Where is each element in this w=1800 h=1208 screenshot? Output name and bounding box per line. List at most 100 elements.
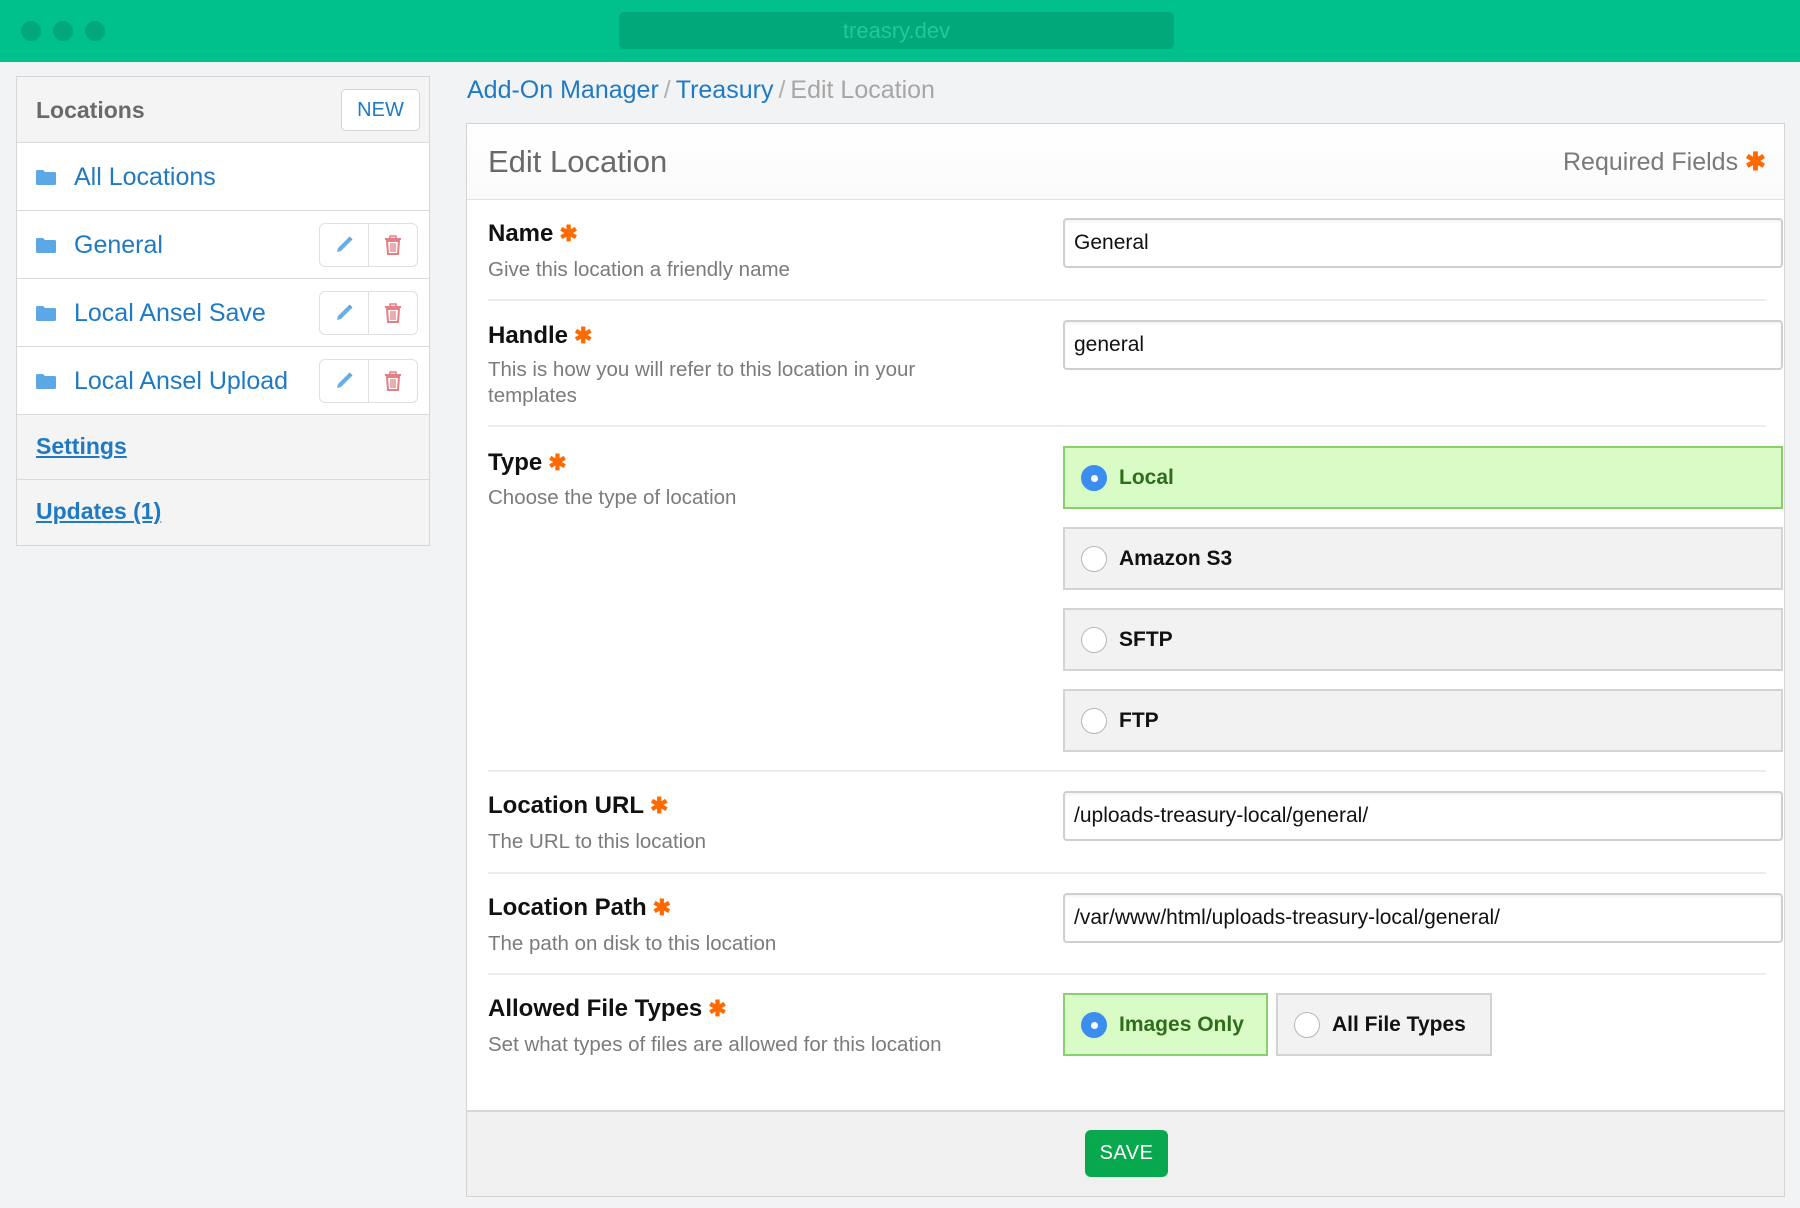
field-description: Set what types of files are allowed for … [488, 1033, 942, 1056]
sidebar-item-local-ansel-save[interactable]: Local Ansel Save [17, 279, 429, 347]
radio-unchecked-icon[interactable] [1081, 707, 1107, 734]
handle-input[interactable] [1063, 320, 1783, 370]
item-actions [319, 291, 418, 335]
radio-label: Amazon S3 [1119, 546, 1233, 570]
folder-icon [36, 306, 56, 321]
required-asterisk-icon: ✱ [652, 895, 672, 920]
field-label-text: Handle [488, 322, 569, 349]
field-description: Choose the type of location [488, 486, 737, 509]
radio-label: Local [1119, 465, 1174, 489]
window-minimize-button[interactable] [53, 21, 73, 41]
name-input[interactable] [1063, 218, 1783, 268]
edit-button[interactable] [320, 292, 368, 334]
required-asterisk-icon: ✱ [1745, 148, 1766, 176]
required-asterisk-icon: ✱ [574, 323, 593, 348]
required-asterisk-icon: ✱ [559, 221, 578, 246]
sidebar-item-label[interactable]: General [74, 231, 163, 260]
folder-icon [36, 374, 56, 389]
field-description: The URL to this location [488, 830, 707, 853]
radio-checked-icon[interactable] [1081, 1011, 1107, 1038]
field-label: Allowed File Types ✱ [488, 995, 727, 1023]
trash-icon [385, 235, 401, 255]
type-option-amazon-s3[interactable]: Amazon S3 [1063, 527, 1783, 590]
edit-button[interactable] [320, 360, 368, 402]
sidebar-item-general[interactable]: General [17, 211, 429, 279]
delete-button[interactable] [368, 224, 417, 266]
locations-sidebar: Locations NEW All Locations General Loca… [16, 76, 430, 546]
item-actions [319, 223, 418, 267]
folder-icon [36, 170, 56, 185]
required-fields-label: Required Fields [1563, 148, 1739, 176]
field-label: Name ✱ [488, 220, 578, 248]
radio-checked-icon[interactable] [1081, 464, 1107, 491]
field-label: Location Path ✱ [488, 894, 671, 922]
field-label-text: Location Path [488, 894, 647, 921]
sidebar-title: Locations [36, 97, 145, 123]
field-description: Give this location a friendly name [488, 258, 790, 281]
sidebar-item-all-locations[interactable]: All Locations [17, 143, 429, 211]
radio-unchecked-icon[interactable] [1294, 1011, 1320, 1038]
pencil-icon [337, 236, 353, 252]
pencil-icon [337, 304, 353, 320]
panel-header: Edit Location Required Fields ✱ [467, 124, 1784, 200]
window-close-button[interactable] [21, 21, 41, 41]
radio-label: Images Only [1119, 1012, 1244, 1036]
delete-button[interactable] [368, 292, 417, 334]
breadcrumb-current: Edit Location [790, 76, 935, 104]
file-types-option-all-file-types[interactable]: All File Types [1276, 993, 1492, 1056]
delete-button[interactable] [368, 360, 417, 402]
location-url-input[interactable] [1063, 791, 1783, 841]
sidebar-item-label[interactable]: Local Ansel Save [74, 299, 266, 328]
breadcrumb-separator: / [778, 76, 786, 104]
sidebar-updates-row: Updates (1) [17, 480, 429, 545]
field-label-text: Name [488, 220, 554, 247]
required-asterisk-icon: ✱ [548, 450, 567, 475]
new-location-button[interactable]: NEW [341, 89, 420, 131]
breadcrumb-add-on-manager[interactable]: Add-On Manager [467, 76, 659, 104]
field-location-path: Location Path ✱ The path on disk to this … [488, 874, 1783, 975]
type-option-ftp[interactable]: FTP [1063, 689, 1783, 752]
breadcrumb: Add-On Manager / Treasury / Edit Location [467, 76, 935, 105]
radio-unchecked-icon[interactable] [1081, 545, 1107, 572]
save-button[interactable]: SAVE [1085, 1130, 1168, 1177]
file-types-option-images-only[interactable]: Images Only [1063, 993, 1268, 1056]
updates-link[interactable]: Updates (1) [36, 498, 161, 525]
edit-button[interactable] [320, 224, 368, 266]
required-asterisk-icon: ✱ [708, 996, 727, 1021]
window-maximize-button[interactable] [85, 21, 105, 41]
page-title: Edit Location [488, 144, 668, 179]
field-location-url: Location URL ✱ The URL to this location [488, 772, 1783, 874]
field-label: Location URL ✱ [488, 792, 668, 820]
type-option-local[interactable]: Local [1063, 446, 1783, 509]
radio-label: FTP [1119, 708, 1159, 732]
edit-location-panel: Edit Location Required Fields ✱ Name ✱ Gi… [466, 123, 1785, 1197]
location-path-input[interactable] [1063, 893, 1783, 943]
address-bar[interactable]: treasry.dev [619, 12, 1174, 49]
field-description: The path on disk to this location [488, 932, 777, 955]
radio-unchecked-icon[interactable] [1081, 626, 1107, 653]
field-type: Type ✱ Choose the type of location Local … [488, 427, 1783, 772]
settings-link[interactable]: Settings [36, 433, 127, 460]
pencil-icon [337, 372, 353, 388]
sidebar-header: Locations NEW [17, 77, 429, 143]
browser-titlebar: treasry.dev [0, 0, 1800, 62]
breadcrumb-separator: / [663, 76, 671, 104]
folder-icon [36, 238, 56, 253]
field-label: Type ✱ [488, 449, 567, 477]
radio-label: SFTP [1119, 627, 1173, 651]
breadcrumb-treasury[interactable]: Treasury [676, 76, 774, 104]
field-label-text: Allowed File Types [488, 995, 703, 1022]
type-option-sftp[interactable]: SFTP [1063, 608, 1783, 671]
required-fields-note: Required Fields ✱ [1563, 147, 1766, 177]
item-actions [319, 359, 418, 403]
sidebar-item-label[interactable]: All Locations [74, 163, 216, 192]
required-asterisk-icon: ✱ [650, 793, 669, 818]
sidebar-item-local-ansel-upload[interactable]: Local Ansel Upload [17, 347, 429, 415]
sidebar-settings-row: Settings [17, 415, 429, 480]
sidebar-item-label[interactable]: Local Ansel Upload [74, 367, 288, 396]
field-label: Handle ✱ [488, 322, 592, 350]
field-label-text: Location URL [488, 792, 644, 819]
panel-footer: SAVE [467, 1110, 1784, 1196]
trash-icon [385, 303, 401, 323]
field-label-text: Type [488, 449, 543, 476]
